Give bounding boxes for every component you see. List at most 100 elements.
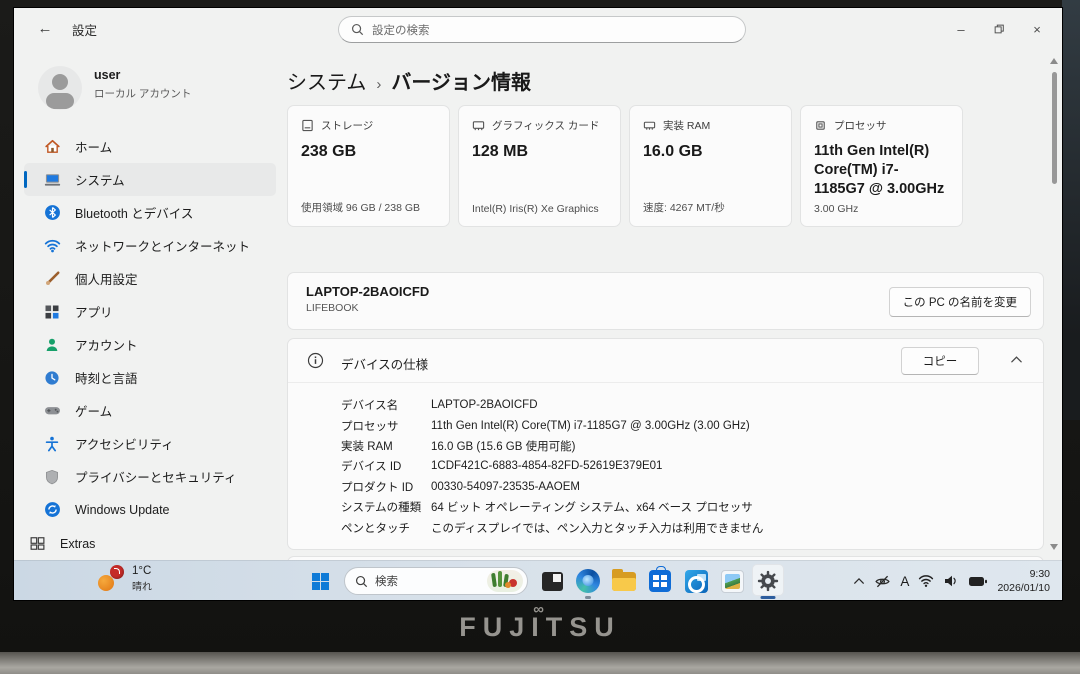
close-button[interactable]: ×: [1018, 8, 1056, 50]
sidebar-item-label: プライバシーとセキュリティ: [75, 467, 237, 486]
sidebar-item-bluetooth-devices[interactable]: Bluetooth とデバイス: [24, 196, 276, 229]
sidebar-item-label: システム: [75, 170, 125, 189]
apps-icon: [43, 303, 61, 321]
taskbar-app-settings[interactable]: [750, 561, 786, 600]
taskbar-app-file-explorer[interactable]: [606, 561, 642, 600]
chevron-up-icon[interactable]: [1010, 355, 1023, 364]
card-label: ストレージ: [321, 118, 373, 133]
search-icon: [351, 23, 364, 36]
taskbar-app-store[interactable]: [642, 561, 678, 600]
weather-condition: 晴れ: [132, 578, 152, 593]
settings-search-input[interactable]: 設定の検索: [338, 16, 746, 43]
sidebar-item-windows-update[interactable]: Windows Update: [24, 493, 276, 526]
battery-icon[interactable]: [968, 575, 988, 588]
wifi-status-icon[interactable]: [918, 574, 934, 588]
sidebar-item-label: Windows Update: [75, 503, 170, 517]
scrollbar[interactable]: [1050, 58, 1058, 550]
spec-row: デバイス名 LAPTOP-2BAOICFD: [341, 395, 1023, 415]
gear-icon: [757, 570, 779, 592]
sidebar-item-home[interactable]: ホーム: [24, 130, 276, 163]
sidebar-item-label: アカウント: [75, 335, 138, 354]
titlebar: ← 設定 設定の検索 – ×: [14, 8, 1062, 50]
taskbar: 1°C 晴れ 検索: [14, 560, 1062, 600]
weather-temperature: 1°C: [132, 565, 152, 577]
weather-widget[interactable]: 1°C 晴れ: [98, 565, 152, 593]
back-button[interactable]: ←: [32, 17, 58, 41]
extras-icon: [28, 535, 46, 553]
sidebar-item-extras[interactable]: Extras: [24, 527, 276, 560]
system-tray: A: [853, 561, 1050, 600]
section-title: デバイスの仕様: [341, 354, 428, 373]
spec-value: 64 ビット オペレーティング システム、x64 ベース プロセッサ: [431, 499, 753, 515]
storage-card[interactable]: ストレージ 238 GB 使用領域 96 GB / 238 GB: [287, 105, 450, 227]
restore-button[interactable]: [980, 8, 1018, 50]
folder-icon: [612, 572, 636, 591]
graphics-card[interactable]: グラフィックス カード 128 MB Intel(R) Iris(R) Xe G…: [458, 105, 621, 227]
rename-pc-button[interactable]: この PC の名前を変更: [889, 287, 1031, 317]
photos-icon: [721, 570, 744, 593]
spec-value: 1CDF421C-6883-4854-82FD-52619E379E01: [431, 460, 662, 472]
sidebar-item-label: ホーム: [75, 137, 112, 156]
spec-row: 実装 RAM 16.0 GB (15.6 GB 使用可能): [341, 436, 1023, 456]
copy-button[interactable]: コピー: [901, 347, 979, 375]
sidebar-item-privacy-security[interactable]: プライバシーとセキュリティ: [24, 460, 276, 493]
windows-logo-icon: [312, 573, 329, 590]
processor-card[interactable]: プロセッサ 11th Gen Intel(R) Core(TM) i7-1185…: [800, 105, 963, 227]
laptop-photo-background: ← 設定 設定の検索 – ×: [0, 0, 1080, 674]
app-title: 設定: [72, 20, 97, 39]
minimize-button[interactable]: –: [942, 8, 980, 50]
weather-icon: [98, 565, 124, 593]
device-specs-header[interactable]: デバイスの仕様 コピー: [288, 339, 1043, 383]
bezel-reflection: [1062, 0, 1080, 420]
sidebar-item-time-language[interactable]: 時刻と言語: [24, 361, 276, 394]
sidebar-item-gaming[interactable]: ゲーム: [24, 394, 276, 427]
taskbar-app-outlook[interactable]: [678, 561, 714, 600]
spec-value: 00330-54097-23535-AAOEM: [431, 481, 580, 493]
spec-label: 実装 RAM: [341, 438, 431, 454]
sidebar-item-system[interactable]: システム: [24, 163, 276, 196]
ram-card[interactable]: 実装 RAM 16.0 GB 速度: 4267 MT/秒: [629, 105, 792, 227]
spec-row: プロダクト ID 00330-54097-23535-AAOEM: [341, 477, 1023, 497]
spec-label: プロダクト ID: [341, 479, 431, 495]
device-spec-rows: デバイス名 LAPTOP-2BAOICFD プロセッサ 11th Gen Int…: [341, 395, 1023, 538]
eye-off-icon[interactable]: [874, 573, 891, 590]
scrollbar-thumb[interactable]: [1052, 72, 1057, 184]
breadcrumb-parent[interactable]: システム: [287, 72, 366, 94]
scroll-down-arrow[interactable]: [1050, 544, 1058, 550]
avatar[interactable]: [38, 66, 82, 110]
taskbar-clock[interactable]: 9:30 2026/01/10: [997, 567, 1050, 595]
home-icon: [43, 138, 61, 156]
sidebar-nav: ホーム システム: [24, 130, 276, 526]
search-highlight-image[interactable]: [487, 570, 523, 592]
page-title: バージョン情報: [391, 72, 531, 94]
spec-value: 11th Gen Intel(R) Core(TM) i7-1185G7 @ 3…: [431, 420, 750, 432]
clock-date: 2026/01/10: [997, 581, 1050, 595]
spec-value: このディスプレイでは、ペン入力とタッチ入力は利用できません: [431, 520, 763, 536]
card-value: 238 GB: [301, 142, 436, 163]
sidebar-item-network-internet[interactable]: ネットワークとインターネット: [24, 229, 276, 262]
card-label: 実装 RAM: [663, 118, 710, 133]
dark-app-icon: [542, 572, 563, 591]
taskbar-app-photos[interactable]: [714, 561, 750, 600]
scroll-up-arrow[interactable]: [1050, 58, 1058, 64]
volume-icon[interactable]: [943, 573, 959, 589]
sidebar-item-personalization[interactable]: 個人用設定: [24, 262, 276, 295]
card-detail: 速度: 4267 MT/秒: [643, 200, 725, 215]
sidebar-item-label: 個人用設定: [75, 269, 138, 288]
ime-mode-indicator[interactable]: A: [900, 574, 909, 589]
gamepad-icon: [43, 402, 61, 420]
taskbar-app-edge[interactable]: [570, 561, 606, 600]
spec-row: システムの種類 64 ビット オペレーティング システム、x64 ベース プロセ…: [341, 497, 1023, 517]
card-detail: 3.00 GHz: [814, 203, 858, 215]
person-icon: [43, 336, 61, 354]
taskbar-app-snip[interactable]: [534, 561, 570, 600]
start-button[interactable]: [302, 561, 338, 600]
sidebar-item-apps[interactable]: アプリ: [24, 295, 276, 328]
clock-time: 9:30: [997, 567, 1050, 581]
sidebar-item-accounts[interactable]: アカウント: [24, 328, 276, 361]
tray-chevron-up-icon[interactable]: [853, 577, 865, 585]
card-detail: Intel(R) Iris(R) Xe Graphics: [472, 203, 599, 215]
taskbar-search-box[interactable]: 検索: [344, 567, 528, 595]
sidebar-item-accessibility[interactable]: アクセシビリティ: [24, 427, 276, 460]
laptop-brand-logo: FUJITSU ∞: [459, 612, 621, 643]
